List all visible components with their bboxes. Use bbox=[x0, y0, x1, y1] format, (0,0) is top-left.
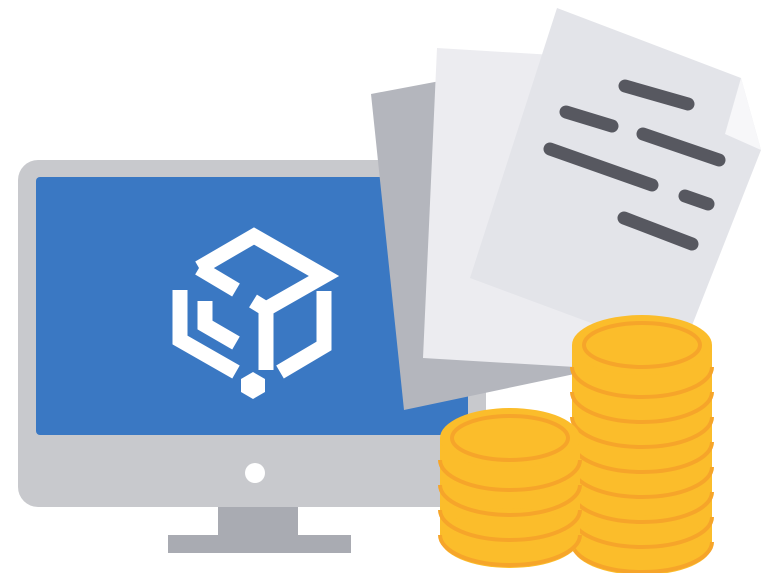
coin-stack-tall bbox=[570, 315, 714, 573]
monitor-stand-base bbox=[168, 535, 351, 553]
illustration-scene bbox=[18, 8, 761, 573]
power-dot bbox=[245, 463, 265, 483]
coin-stack-short bbox=[438, 408, 582, 568]
text-line-5 bbox=[678, 189, 715, 211]
